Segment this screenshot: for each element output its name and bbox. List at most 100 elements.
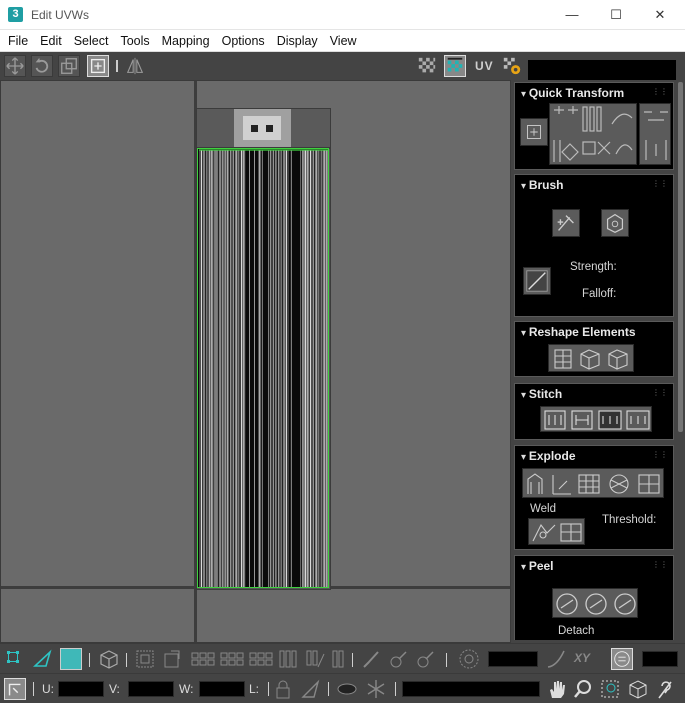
align-direction-grid[interactable] (639, 103, 671, 165)
paint-grow-icon[interactable] (387, 648, 409, 670)
v-field[interactable] (128, 681, 174, 697)
minimize-button[interactable]: — (557, 4, 587, 26)
menu-display[interactable]: Display (271, 31, 324, 51)
texture-settings-icon[interactable] (501, 55, 523, 77)
snap-icon[interactable] (300, 678, 322, 700)
l-label: L: (249, 682, 260, 696)
selection-set-field[interactable] (402, 681, 540, 697)
vertex-mode-icon[interactable] (4, 648, 26, 670)
column-select-icon[interactable] (277, 648, 299, 670)
menu-select[interactable]: Select (68, 31, 115, 51)
pan-hand-icon[interactable] (546, 678, 568, 700)
reshape-tools[interactable] (548, 344, 634, 372)
app-icon: 3 (8, 7, 23, 22)
soft-selection-icon[interactable] (456, 648, 482, 670)
uv-shell-selection[interactable] (197, 148, 329, 588)
uv-axis-toggle[interactable]: UV (475, 59, 494, 73)
menu-bar: File Edit Select Tools Mapping Options D… (0, 30, 685, 52)
paint-move-icon[interactable] (552, 209, 580, 237)
help-icon[interactable] (655, 678, 677, 700)
xy-axis-toggle[interactable]: XY (574, 651, 590, 665)
w-field[interactable] (199, 681, 245, 697)
stitch-tools[interactable] (540, 406, 652, 432)
weld-tools[interactable] (528, 518, 585, 545)
peel-tools[interactable] (552, 588, 638, 618)
toolbar-separator (126, 653, 127, 667)
title-bar: 3 Edit UVWs — ☐ ✕ (0, 0, 685, 30)
select-by-element-icon[interactable] (134, 648, 156, 670)
soft-selection-value[interactable] (488, 651, 538, 667)
texture-dropdown[interactable] (528, 60, 676, 80)
menu-mapping[interactable]: Mapping (156, 31, 216, 51)
paint-shrink-icon[interactable] (414, 648, 436, 670)
rotate-icon[interactable] (31, 55, 53, 77)
stitch-title[interactable]: Stitch (521, 387, 562, 401)
edge-mode-icon[interactable] (32, 648, 54, 670)
peel-rollout: Peel ⋮⋮ Detach (514, 555, 674, 640)
u-field[interactable] (58, 681, 104, 697)
zoom-extents-icon[interactable] (627, 678, 649, 700)
detach-label: Detach (558, 625, 595, 637)
panel-scrollbar[interactable] (678, 82, 683, 432)
ring-select-icon[interactable] (219, 648, 245, 670)
paint-select-icon[interactable] (304, 648, 326, 670)
element-mode-icon[interactable] (98, 648, 120, 670)
zoom-region-icon[interactable] (599, 678, 621, 700)
menu-file[interactable]: File (2, 31, 34, 51)
brush-falloff-icon[interactable] (523, 267, 551, 295)
relax-brush-icon[interactable] (601, 209, 629, 237)
toolbar-separator (268, 682, 269, 696)
toolbar-separator (116, 60, 118, 72)
zoom-icon[interactable] (572, 678, 594, 700)
grow-selection-icon[interactable] (161, 648, 183, 670)
brush-title[interactable]: Brush (521, 178, 564, 192)
move-icon[interactable] (4, 55, 26, 77)
window-title: Edit UVWs (31, 8, 90, 22)
grip-icon: ⋮⋮ (652, 388, 668, 397)
lock-icon[interactable] (272, 678, 294, 700)
strength-label: Strength: (570, 261, 617, 273)
mirror-icon[interactable] (124, 55, 146, 77)
freeform-icon[interactable] (87, 55, 109, 77)
toolbar-separator (395, 682, 396, 696)
reshape-elements-title[interactable]: Reshape Elements (521, 325, 636, 339)
freeze-icon[interactable] (365, 678, 387, 700)
grow-icon[interactable] (330, 648, 352, 670)
show-map-icon[interactable] (444, 55, 466, 77)
threshold-label: Threshold: (602, 514, 657, 526)
menu-tools[interactable]: Tools (114, 31, 155, 51)
close-button[interactable]: ✕ (645, 4, 675, 26)
falloff-curve-icon[interactable] (545, 648, 567, 670)
quick-transform-title[interactable]: Quick Transform (521, 86, 624, 100)
explode-title[interactable]: Explode (521, 449, 576, 463)
quick-transform-grid[interactable] (549, 103, 637, 165)
texel-value[interactable] (642, 651, 678, 667)
menu-options[interactable]: Options (216, 31, 271, 51)
grip-icon: ⋮⋮ (652, 450, 668, 459)
peel-title[interactable]: Peel (521, 559, 554, 573)
tool-panel: Quick Transform ⋮⋮ Brush ⋮⋮ (511, 80, 685, 643)
quick-transform-rollout: Quick Transform ⋮⋮ (514, 82, 674, 170)
toolbar-separator (89, 653, 90, 667)
menu-edit[interactable]: Edit (34, 31, 68, 51)
explode-tools[interactable] (522, 468, 664, 498)
selection-toolbar: XY (0, 643, 685, 673)
face-mode-icon[interactable] (60, 648, 82, 670)
checker-pattern-icon[interactable] (416, 55, 438, 77)
menu-view[interactable]: View (324, 31, 363, 51)
status-toolbar: U: V: W: L: (0, 673, 685, 703)
align-icon[interactable] (520, 118, 548, 146)
uv-viewport[interactable] (0, 80, 511, 643)
absolute-offset-icon[interactable] (4, 678, 26, 700)
maximize-button[interactable]: ☐ (601, 4, 631, 26)
w-label: W: (179, 682, 194, 696)
paint-brush-icon[interactable] (360, 648, 382, 670)
scale-icon[interactable] (58, 55, 80, 77)
loop-select-icon[interactable] (190, 648, 216, 670)
edge-loop-icon[interactable] (248, 648, 274, 670)
explode-rollout: Explode ⋮⋮ Weld Threshold: (514, 445, 674, 550)
toolbar-separator (33, 682, 34, 696)
texel-lock-icon[interactable] (611, 648, 633, 670)
hide-icon[interactable] (336, 678, 358, 700)
toolbar-separator (328, 682, 329, 696)
